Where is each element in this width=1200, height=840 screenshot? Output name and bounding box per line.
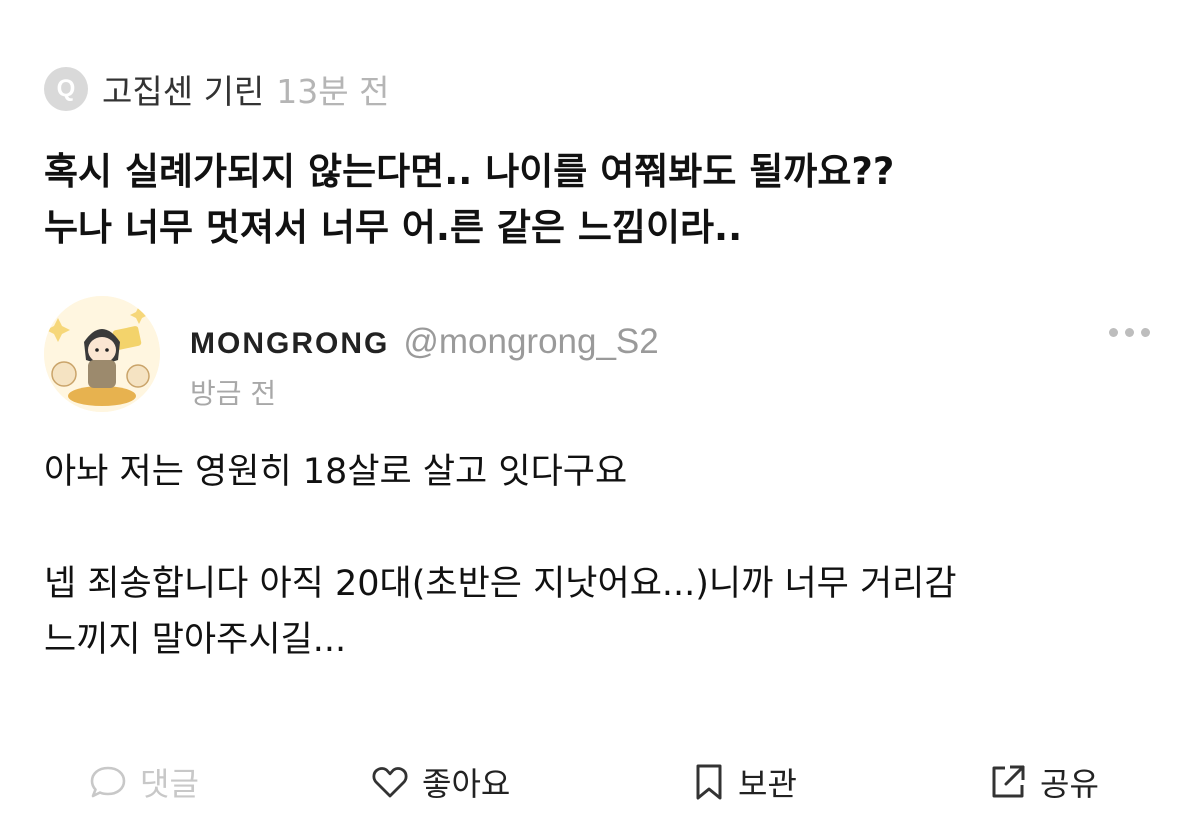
question-line: 누나 너무 멋져서 너무 어.른 같은 느낌이라.. bbox=[44, 206, 743, 249]
share-label: 공유 bbox=[1040, 765, 1099, 803]
save-button[interactable]: 보관 bbox=[692, 752, 797, 812]
answer-header: MONGRONG @mongrong_S2 방금 전 bbox=[44, 292, 1154, 412]
comment-label: 댓글 bbox=[140, 765, 199, 803]
question-header: Q 고집센 기린 13분 전 bbox=[44, 66, 390, 112]
answer-line: 느끼지 말아주시길... bbox=[44, 620, 347, 660]
more-dot bbox=[1109, 328, 1118, 337]
comment-button[interactable]: 댓글 bbox=[88, 752, 199, 812]
avatar-illustration-icon bbox=[44, 296, 160, 412]
more-dot bbox=[1125, 328, 1134, 337]
author-name[interactable]: MONGRONG bbox=[190, 327, 389, 361]
action-bar: 댓글 좋아요 보관 공유 bbox=[0, 752, 1200, 812]
question-line: 혹시 실례가되지 않는다면.. 나이를 여쭤봐도 될까요?? bbox=[44, 150, 895, 193]
asker-name[interactable]: 고집센 기린 bbox=[102, 65, 264, 113]
share-button[interactable]: 공유 bbox=[988, 752, 1099, 812]
question-text: 혹시 실례가되지 않는다면.. 나이를 여쭤봐도 될까요?? 누나 너무 멋져서… bbox=[44, 144, 1154, 256]
answer-time: 방금 전 bbox=[190, 377, 277, 410]
author-handle[interactable]: @mongrong_S2 bbox=[403, 322, 658, 362]
speech-bubble-icon bbox=[90, 766, 126, 798]
bookmark-icon bbox=[696, 764, 722, 800]
question-badge-icon: Q bbox=[44, 67, 88, 111]
save-label: 보관 bbox=[738, 765, 797, 803]
question-badge-letter: Q bbox=[56, 75, 76, 102]
avatar[interactable] bbox=[44, 296, 160, 412]
more-dot bbox=[1141, 328, 1150, 337]
like-label: 좋아요 bbox=[422, 765, 511, 803]
like-button[interactable]: 좋아요 bbox=[370, 752, 510, 812]
more-options-icon[interactable] bbox=[1109, 328, 1150, 337]
answer-body: 아놔 저는 영원히 18살로 살고 잇다구요 넵 죄송합니다 아직 20대(초반… bbox=[44, 444, 1154, 668]
author-line: MONGRONG @mongrong_S2 bbox=[190, 322, 659, 362]
share-icon bbox=[992, 765, 1025, 798]
answer-line: 넵 죄송합니다 아직 20대(초반은 지낫어요...)니까 너무 거리감 bbox=[44, 564, 957, 604]
answer-line: 아놔 저는 영원히 18살로 살고 잇다구요 bbox=[44, 452, 628, 492]
question-time: 13분 전 bbox=[276, 72, 390, 111]
heart-icon bbox=[372, 767, 408, 798]
